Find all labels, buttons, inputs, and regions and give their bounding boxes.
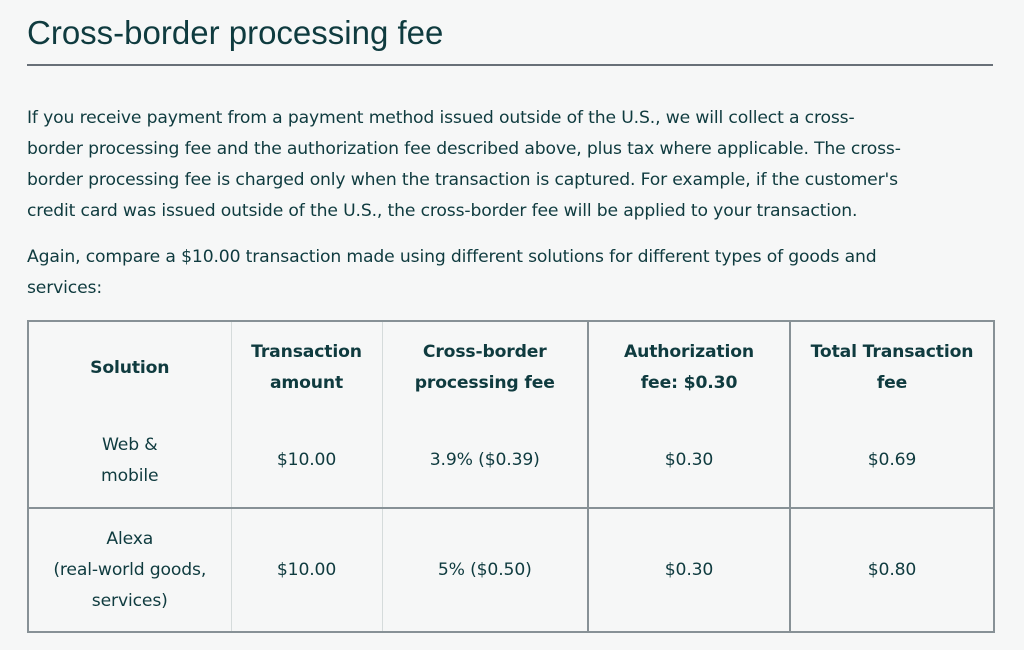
cell-total-fee: $0.69: [789, 414, 994, 508]
cell-authorization-fee: $0.30: [587, 507, 790, 632]
comparison-paragraph: Again, compare a $10.00 transaction made…: [27, 242, 993, 304]
cell-text: Alexa: [106, 528, 154, 549]
header-text: Total Transaction: [810, 342, 974, 362]
header-cross-border-fee: Cross-border processing fee: [381, 321, 588, 414]
cell-text: Web &: [101, 434, 158, 455]
paragraph-line: border processing fee is charged only wh…: [27, 170, 898, 190]
paragraph-line: If you receive payment from a payment me…: [27, 108, 855, 128]
header-text: fee: $0.30: [640, 373, 738, 393]
table-row: Web & mobile $10.00 3.9% ($0.39) $0.30 $…: [28, 414, 994, 508]
header-text: Solution: [90, 357, 170, 378]
section-title: Cross-border processing fee: [27, 14, 444, 51]
header-text: fee: [876, 373, 908, 393]
header-text: amount: [269, 373, 344, 393]
cell-authorization-fee: $0.30: [587, 414, 790, 508]
paragraph-line: credit card was issued outside of the U.…: [27, 201, 858, 221]
cell-text: services): [91, 590, 168, 611]
intro-paragraph: If you receive payment from a payment me…: [27, 103, 993, 227]
cell-solution: Web & mobile: [28, 414, 231, 508]
header-text: processing fee: [414, 373, 555, 393]
paragraph-line: border processing fee and the authorizat…: [27, 139, 901, 159]
header-solution: Solution: [28, 321, 231, 414]
header-text: Authorization: [624, 342, 754, 362]
header-transaction-amount: Transaction amount: [230, 321, 382, 414]
table-header-row: Solution Transaction amount Cross-border…: [28, 321, 994, 414]
title-divider: [27, 64, 993, 66]
cell-solution: Alexa (real-world goods, services): [28, 507, 231, 632]
paragraph-line: services:: [27, 278, 102, 298]
header-authorization-fee: Authorization fee: $0.30: [587, 321, 790, 414]
cell-total-fee: $0.80: [789, 507, 994, 632]
table-row: Alexa (real-world goods, services) $10.0…: [28, 507, 994, 632]
cell-transaction-amount: $10.00: [230, 414, 382, 508]
header-text: Cross-border: [422, 342, 547, 362]
cell-transaction-amount: $10.00: [230, 507, 382, 632]
cell-cross-border-fee: 5% ($0.50): [381, 507, 588, 632]
paragraph-line: Again, compare a $10.00 transaction made…: [27, 247, 877, 267]
cell-text: mobile: [101, 465, 159, 486]
header-total-fee: Total Transaction fee: [789, 321, 994, 414]
header-text: Transaction: [251, 342, 362, 362]
cell-cross-border-fee: 3.9% ($0.39): [381, 414, 588, 508]
cell-text: (real-world goods,: [53, 559, 207, 580]
fee-comparison-table: Solution Transaction amount Cross-border…: [27, 320, 995, 633]
